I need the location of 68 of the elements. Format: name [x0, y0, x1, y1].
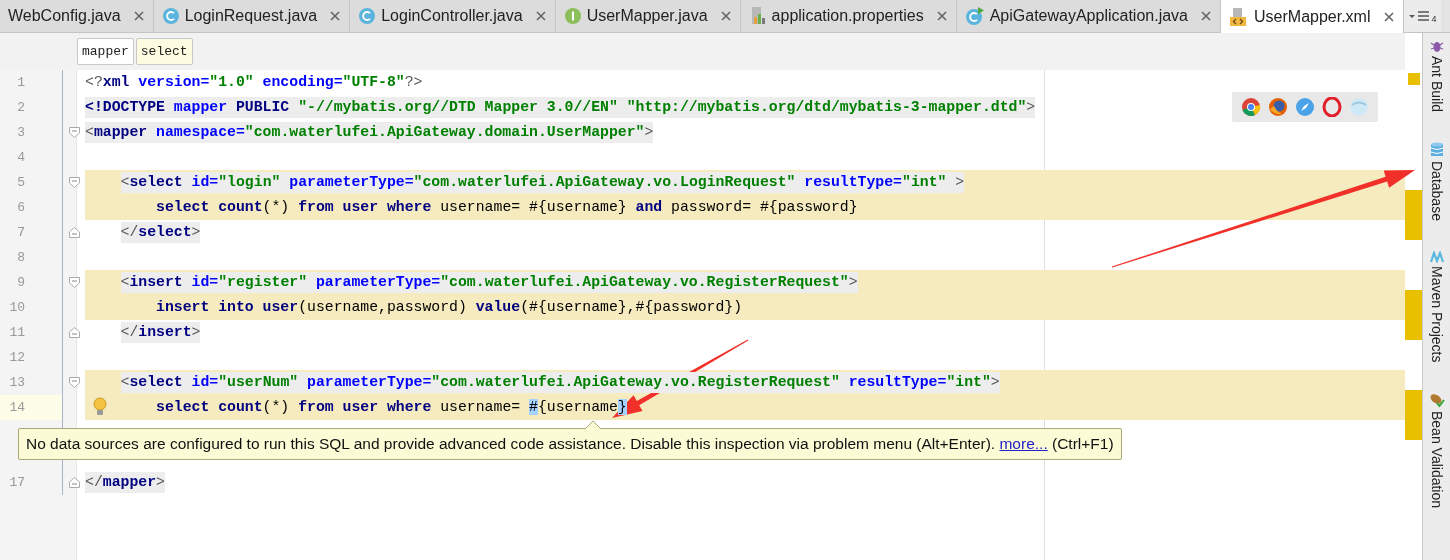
file-tab[interactable]: LoginController.java: [350, 0, 556, 32]
close-icon[interactable]: [133, 11, 144, 21]
tool-window-button[interactable]: Maven Projects: [1428, 266, 1445, 363]
file-tab[interactable]: LoginRequest.java: [153, 0, 351, 32]
browser-icon[interactable]: [1268, 97, 1289, 117]
more-link[interactable]: more...: [999, 435, 1048, 452]
line-number: 7: [16, 225, 25, 240]
line-number: 3: [16, 125, 25, 140]
code-line: select count(*) from user where username= #{username} and password= #{password}: [156, 198, 858, 217]
browser-icon[interactable]: [1241, 97, 1262, 117]
line-number: 17: [8, 475, 25, 490]
line-number: 12: [8, 350, 25, 365]
line-number: 2: [16, 100, 25, 115]
line-number: 14: [8, 400, 25, 415]
file-tab[interactable]: WebConfig.java: [0, 0, 154, 32]
class-icon: [161, 7, 180, 25]
file-tab[interactable]: UserMapper.java: [555, 0, 741, 32]
tool-window-button[interactable]: Database: [1428, 161, 1445, 221]
close-icon[interactable]: [330, 11, 341, 21]
line-number: 10: [8, 300, 25, 315]
database-icon: [1429, 142, 1444, 159]
file-tab[interactable]: UserMapper.xml: [1221, 0, 1404, 33]
xml-file-icon: [1229, 6, 1249, 27]
error-stripe-marker[interactable]: [1408, 73, 1420, 85]
line-number: 1: [16, 75, 25, 90]
error-stripe-marker[interactable]: [1405, 390, 1422, 440]
line-number: 8: [16, 250, 25, 265]
close-icon[interactable]: [535, 11, 546, 21]
list-icon: [1407, 10, 1432, 22]
line-number: 9: [16, 275, 25, 290]
fold-icon[interactable]: [68, 127, 80, 138]
zigzag-icon: [1428, 251, 1445, 263]
tool-window-button[interactable]: Bean Validation: [1428, 411, 1445, 509]
close-icon[interactable]: [1201, 11, 1211, 21]
bug-icon: [1429, 39, 1444, 53]
close-icon[interactable]: [1383, 11, 1394, 22]
class-run-icon: [964, 6, 985, 26]
error-stripe-marker[interactable]: [1405, 190, 1422, 240]
tool-window-button[interactable]: Ant Build: [1428, 56, 1445, 113]
line-number: 5: [16, 175, 25, 190]
light-bulb-icon[interactable]: [93, 397, 107, 417]
fold-icon[interactable]: [68, 377, 80, 388]
compass-icon[interactable]: [1295, 97, 1315, 117]
line-number: 4: [16, 150, 25, 165]
tab-list-button[interactable]: 4: [1403, 0, 1441, 32]
line-number: 6: [16, 200, 25, 215]
fold-icon[interactable]: [68, 177, 80, 188]
close-icon[interactable]: [936, 11, 947, 21]
interface-icon: [563, 7, 582, 25]
fold-icon[interactable]: [68, 477, 80, 488]
line-number: 13: [8, 375, 25, 390]
file-tab[interactable]: ApiGatewayApplication.java: [956, 0, 1221, 32]
browser-icon[interactable]: [1321, 97, 1342, 117]
fold-icon[interactable]: [68, 327, 80, 338]
close-icon[interactable]: [720, 11, 731, 21]
code-line: insert into user(username,password) value(#{username},#{password}): [156, 298, 743, 317]
bean-icon: [1428, 392, 1445, 409]
fold-icon[interactable]: [68, 227, 80, 238]
code-line: <?xml version="1.0" encoding="UTF-8"?>: [85, 73, 423, 92]
file-tab[interactable]: application.properties: [740, 0, 957, 32]
error-stripe-marker[interactable]: [1405, 290, 1422, 340]
line-number: 11: [8, 325, 25, 340]
breadcrumb[interactable]: select: [135, 38, 193, 65]
class-icon: [358, 7, 377, 25]
tooltip-text: No data sources are configured to run this SQL and provide advanced code assistance. Disable this inspection via problem menu (Alt+Enter). more... (Ctrl+F1): [26, 434, 1114, 454]
fold-icon[interactable]: [68, 277, 80, 288]
breadcrumb[interactable]: mapper: [77, 38, 134, 65]
code-line: select count(*) from user where username= #{username}: [156, 398, 627, 417]
